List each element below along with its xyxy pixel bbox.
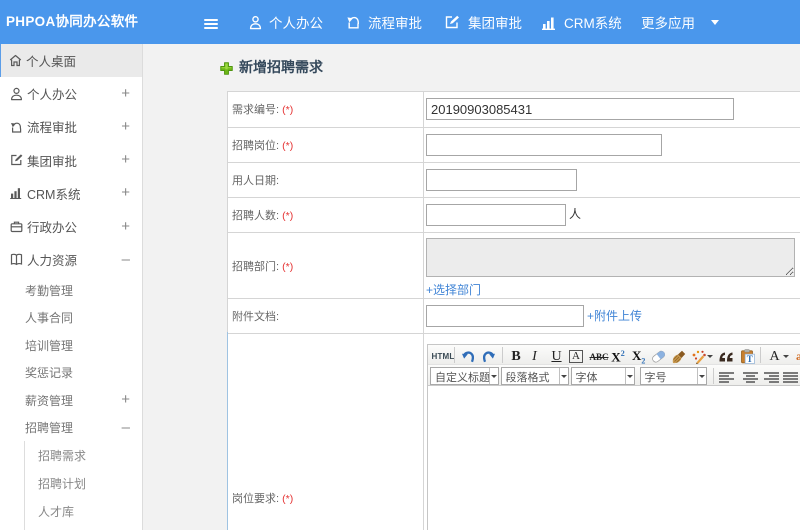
- svg-text:T: T: [746, 354, 752, 364]
